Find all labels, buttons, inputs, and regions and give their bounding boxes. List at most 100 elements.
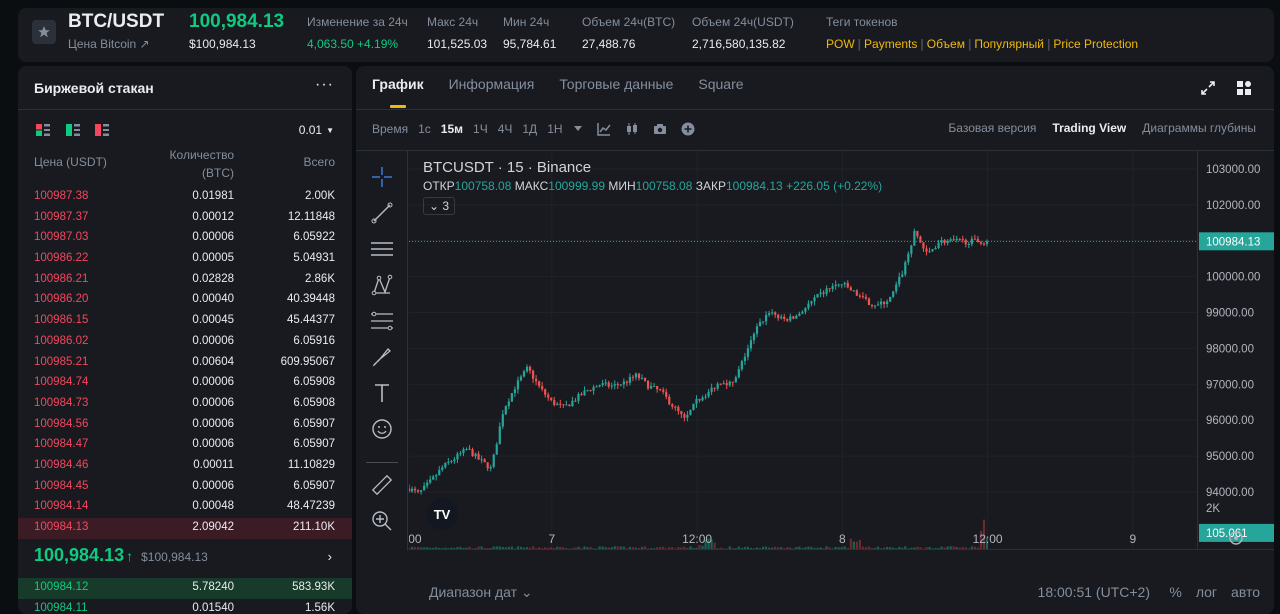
order-book-row[interactable]: 100987.03 0.00006 6.05922 <box>18 228 352 249</box>
order-book-row[interactable]: 100986.20 0.00040 40.39448 <box>18 290 352 311</box>
expand-icon[interactable] <box>1200 80 1216 96</box>
book-mode-both-button[interactable] <box>36 124 50 136</box>
indicators-toggle[interactable]: ⌄ 3 <box>423 197 456 215</box>
horizontal-lines-icon[interactable] <box>370 237 394 261</box>
order-book-row[interactable]: 100987.37 0.00012 12.11848 <box>18 208 352 229</box>
order-book-row[interactable]: 100984.11 0.01540 1.56K <box>18 599 352 614</box>
order-book-row[interactable]: 100986.15 0.00045 45.44377 <box>18 311 352 332</box>
order-book-row[interactable]: 100984.56 0.00006 6.05907 <box>18 415 352 436</box>
timeframe-15m[interactable]: 15м <box>441 122 463 136</box>
fib-levels-icon[interactable] <box>370 309 394 333</box>
favorite-star-button[interactable] <box>32 20 56 44</box>
candle-body <box>973 238 976 240</box>
stat-value: 27,488.76 <box>582 37 636 51</box>
candle-body <box>961 239 964 241</box>
candle-body <box>531 370 535 379</box>
more-options-button[interactable]: ··· <box>315 76 334 94</box>
stat-label: Мин 24ч <box>503 15 550 29</box>
tab-trading-data[interactable]: Торговые данные <box>559 76 673 108</box>
text-tool-icon[interactable] <box>370 381 394 405</box>
arrow-up-icon: ↑ <box>126 548 134 564</box>
percent-scale-button[interactable]: % <box>1169 584 1181 600</box>
tag-link[interactable]: Популярный <box>974 37 1044 51</box>
candle-body <box>474 453 477 457</box>
zoom-in-icon[interactable] <box>370 509 394 533</box>
row-price: 100984.13 <box>34 521 89 533</box>
row-total: 45.44377 <box>287 314 335 327</box>
pair-name[interactable]: BTC/USDT <box>68 11 164 33</box>
tag-link[interactable]: Price Protection <box>1053 37 1138 51</box>
crosshair-icon[interactable] <box>370 165 394 189</box>
candle-body <box>737 369 740 378</box>
candle-body <box>740 361 743 370</box>
chevron-right-icon[interactable]: › <box>328 549 332 564</box>
order-book-row[interactable]: 100986.22 0.00005 5.04931 <box>18 249 352 270</box>
order-book-row[interactable]: 100984.45 0.00006 6.05907 <box>18 477 352 498</box>
row-qty: 0.00006 <box>192 396 234 409</box>
order-book-row[interactable]: 100984.14 0.00048 48.47239 <box>18 497 352 518</box>
view-tradingview[interactable]: Trading View <box>1052 121 1126 135</box>
view-basic[interactable]: Базовая версия <box>948 121 1036 135</box>
ruler-icon[interactable] <box>370 473 394 497</box>
order-book-row[interactable]: 100984.74 0.00006 6.05908 <box>18 373 352 394</box>
pattern-icon[interactable] <box>370 273 394 297</box>
book-mode-bids-button[interactable] <box>66 124 80 136</box>
candle-body <box>846 282 849 288</box>
trend-line-icon[interactable] <box>370 201 394 225</box>
tab-chart[interactable]: График <box>372 76 424 108</box>
coin-info-link[interactable]: Цена Bitcoin ↗ <box>68 37 150 51</box>
date-range-button[interactable]: Диапазон дат ⌄ <box>429 584 533 601</box>
row-price: 100984.46 <box>34 458 89 471</box>
price-axis[interactable]: 103000.00102000.00101000.00100000.009900… <box>1197 151 1274 549</box>
add-circle-icon[interactable] <box>681 122 695 136</box>
order-book-row[interactable]: 100984.12 5.78240 583.93K <box>18 578 352 599</box>
candle-body <box>480 459 483 461</box>
row-price: 100986.21 <box>34 272 89 285</box>
brush-icon[interactable] <box>370 345 394 369</box>
order-book-row[interactable]: 100986.21 0.02828 2.86K <box>18 270 352 291</box>
order-book-row[interactable]: 100986.02 0.00006 6.05916 <box>18 332 352 353</box>
candle-body <box>889 296 892 302</box>
tag-link[interactable]: Payments <box>864 37 917 51</box>
layout-grid-icon[interactable] <box>1236 80 1252 96</box>
precision-select[interactable]: 0.01 ▼ <box>299 123 334 137</box>
caret-down-icon[interactable] <box>573 125 583 133</box>
row-total: 6.05907 <box>293 417 335 430</box>
close-value: 100984.13 <box>725 179 783 193</box>
stat-value: 4,063.50 +4.19% <box>307 37 399 51</box>
timeframe-1s[interactable]: 1с <box>418 122 431 136</box>
order-book-row[interactable]: 100987.38 0.01981 2.00K <box>18 187 352 208</box>
book-mode-asks-button[interactable] <box>95 124 109 136</box>
view-depth[interactable]: Диаграммы глубины <box>1142 121 1256 135</box>
log-scale-button[interactable]: лог <box>1196 584 1217 600</box>
timeframe-1w[interactable]: 1Н <box>547 122 562 136</box>
high-label: МАКС <box>514 179 549 193</box>
camera-icon[interactable] <box>653 123 667 135</box>
tab-square[interactable]: Square <box>698 76 743 108</box>
order-book-row[interactable]: 100985.21 0.00604 609.95067 <box>18 353 352 374</box>
ohlc-values: ОТКР100758.08 МАКС100999.99 МИН100758.08… <box>423 179 882 193</box>
order-book-row[interactable]: 100984.73 0.00006 6.05908 <box>18 394 352 415</box>
candle-body <box>704 396 707 398</box>
candle-body <box>955 238 958 240</box>
candle-body <box>628 376 632 383</box>
timeframe-1h[interactable]: 1Ч <box>473 122 488 136</box>
tag-link[interactable]: Объем <box>927 37 965 51</box>
indicators-icon[interactable] <box>596 122 611 136</box>
row-total: 6.05916 <box>293 334 335 347</box>
tab-info[interactable]: Информация <box>449 76 535 108</box>
mid-price[interactable]: 100,984.13 ↑ $100,984.13 <box>34 545 208 566</box>
order-book-row[interactable]: 100984.46 0.00011 11.10829 <box>18 456 352 477</box>
auto-scale-button[interactable]: авто <box>1231 584 1260 600</box>
order-book-row[interactable]: 100984.47 0.00006 6.05907 <box>18 435 352 456</box>
candle-body <box>413 488 417 491</box>
tag-link[interactable]: POW <box>826 37 855 51</box>
row-price: 100984.11 <box>34 601 88 614</box>
clock[interactable]: 18:00:51 (UTC+2) <box>1038 584 1150 600</box>
emoji-icon[interactable] <box>370 417 394 441</box>
order-book-row[interactable]: 100984.13 2.09042 211.10K <box>18 518 352 539</box>
timeframe-1d[interactable]: 1Д <box>522 122 537 136</box>
timeframe-4h[interactable]: 4Ч <box>498 122 513 136</box>
candle-type-icon[interactable] <box>625 122 639 136</box>
candle-body <box>486 462 489 469</box>
